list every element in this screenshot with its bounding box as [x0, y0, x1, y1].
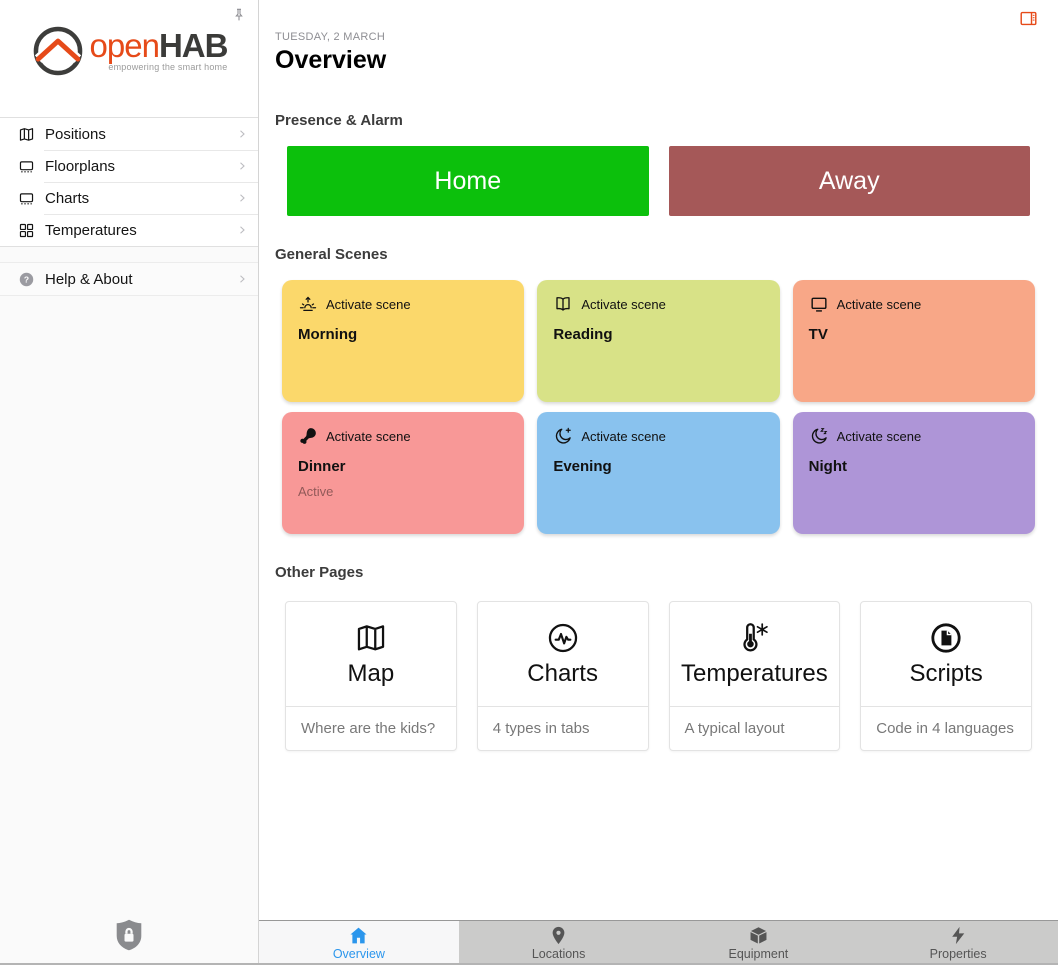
pin-sidebar-icon[interactable] [231, 7, 247, 23]
cube-icon [748, 925, 769, 946]
openhab-logo[interactable]: openHAB empowering the smart home [0, 0, 258, 78]
section-title-scenes: General Scenes [275, 246, 1042, 263]
section-title-presence: Presence & Alarm [275, 112, 1042, 129]
scene-grid: Activate scene Morning Activate scene Re… [282, 280, 1035, 534]
sidebar-menu: Positions Floorplans Charts [0, 117, 258, 247]
doc-circle-icon [929, 621, 963, 655]
right-panel-toggle-icon[interactable] [1019, 9, 1038, 28]
tab-properties[interactable]: Properties [858, 921, 1058, 963]
moon-zzz-icon [809, 426, 829, 446]
sidebar-item-temperatures[interactable]: Temperatures [0, 214, 258, 246]
sidebar-item-positions[interactable]: Positions [0, 118, 258, 150]
other-pages-grid: Map Where are the kids? Charts 4 types i… [285, 601, 1032, 751]
scene-status: Active [298, 484, 508, 499]
page-date: TUESDAY, 2 MARCH [275, 31, 1042, 43]
scene-card-tv[interactable]: Activate scene TV [793, 280, 1035, 402]
scene-card-evening[interactable]: Activate scene Evening [537, 412, 779, 534]
tab-equipment[interactable]: Equipment [659, 921, 859, 963]
map-icon [354, 621, 388, 655]
sidebar-item-floorplans[interactable]: Floorplans [0, 150, 258, 182]
scene-card-dinner[interactable]: Activate scene Dinner Active [282, 412, 524, 534]
presence-button-row: Home Away [287, 146, 1030, 216]
sidebar-logo-block: openHAB empowering the smart home [0, 0, 258, 117]
openhab-house-icon [31, 24, 85, 78]
page-header: TUESDAY, 2 MARCH Overview [259, 0, 1058, 75]
tv-icon [809, 294, 829, 314]
page-card-charts[interactable]: Charts 4 types in tabs [477, 601, 649, 751]
home-icon [348, 925, 369, 946]
page-card-scripts[interactable]: Scripts Code in 4 languages [860, 601, 1032, 751]
board-icon [18, 158, 35, 175]
chevron-right-icon [236, 273, 248, 285]
chevron-right-icon [236, 192, 248, 204]
sidebar-item-help-about[interactable]: ? Help & About [0, 263, 258, 295]
board-icon [18, 190, 35, 207]
chevron-right-icon [236, 128, 248, 140]
drumstick-icon [298, 426, 318, 446]
tab-locations[interactable]: Locations [459, 921, 659, 963]
location-pin-icon [548, 925, 569, 946]
page-card-temperatures[interactable]: Temperatures A typical layout [669, 601, 841, 751]
away-button[interactable]: Away [669, 146, 1031, 216]
main-panel: TUESDAY, 2 MARCH Overview Presence & Ala… [259, 0, 1058, 963]
sidebar-item-charts[interactable]: Charts [0, 182, 258, 214]
moon-plus-icon [553, 426, 573, 446]
chevron-right-icon [236, 224, 248, 236]
openhab-wordmark: openHAB [90, 31, 228, 61]
chevron-right-icon [236, 160, 248, 172]
openhab-app: openHAB empowering the smart home Positi… [0, 0, 1058, 963]
overview-page: TUESDAY, 2 MARCH Overview Presence & Ala… [259, 0, 1058, 920]
map-icon [18, 126, 35, 143]
sidebar: openHAB empowering the smart home Positi… [0, 0, 259, 963]
page-card-map[interactable]: Map Where are the kids? [285, 601, 457, 751]
open-book-icon [553, 294, 573, 314]
grid-icon [18, 222, 35, 239]
section-title-other-pages: Other Pages [275, 564, 1042, 581]
shield-lock-icon[interactable] [111, 917, 147, 953]
thermometer-snowflake-icon [737, 621, 771, 655]
scene-card-morning[interactable]: Activate scene Morning [282, 280, 524, 402]
scene-card-reading[interactable]: Activate scene Reading [537, 280, 779, 402]
waveform-circle-icon [546, 621, 580, 655]
logo-tagline: empowering the smart home [108, 62, 227, 72]
sunrise-icon [298, 294, 318, 314]
svg-text:?: ? [24, 274, 29, 284]
question-icon: ? [18, 271, 35, 288]
bolt-icon [948, 925, 969, 946]
tab-overview[interactable]: Overview [259, 921, 459, 963]
sidebar-help-menu: ? Help & About [0, 262, 258, 296]
bottom-tabbar: Overview Locations Equipment Properties [259, 920, 1058, 963]
home-button[interactable]: Home [287, 146, 649, 216]
page-title: Overview [275, 46, 1042, 75]
scene-card-night[interactable]: Activate scene Night [793, 412, 1035, 534]
